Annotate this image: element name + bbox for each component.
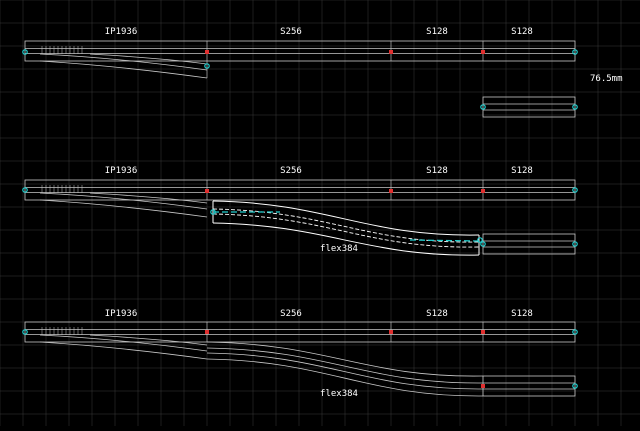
flex-track-label: flex384 <box>320 244 358 254</box>
joint-marker <box>205 189 209 193</box>
label-ip1936: IP1936 <box>105 309 138 319</box>
label-s256: S256 <box>280 166 302 176</box>
straight-track-main[interactable] <box>24 179 576 201</box>
turnout-diverging-track[interactable] <box>39 53 208 79</box>
turnout-diverging-track[interactable] <box>39 192 208 218</box>
offset-dimension-label: 76.5mm <box>590 74 623 84</box>
layout-2: IP1936 S256 S128 S128 flex384 <box>22 166 578 256</box>
joint-marker <box>389 330 393 334</box>
joint-marker <box>205 50 209 54</box>
label-ip1936: IP1936 <box>105 166 138 176</box>
joint-marker <box>205 330 209 334</box>
flex-track-label: flex384 <box>320 389 358 399</box>
turnout-ties <box>41 327 83 335</box>
joint-marker <box>481 50 485 54</box>
joint-marker <box>481 384 485 388</box>
label-s256: S256 <box>280 27 302 37</box>
layout-3: IP1936 S256 S128 S128 flex384 <box>22 309 578 399</box>
straight-track-main[interactable] <box>24 321 576 343</box>
layout-1: IP1936 S256 S128 S128 76.5mm <box>22 27 623 118</box>
straight-track-main[interactable] <box>24 40 576 62</box>
label-s128-b: S128 <box>511 166 533 176</box>
label-s128-a: S128 <box>426 166 448 176</box>
label-s128-b: S128 <box>511 309 533 319</box>
turnout-ties <box>41 46 83 54</box>
label-ip1936: IP1936 <box>105 27 138 37</box>
label-s128-a: S128 <box>426 309 448 319</box>
label-s128-b: S128 <box>511 27 533 37</box>
label-s128-a: S128 <box>426 27 448 37</box>
joint-marker <box>389 50 393 54</box>
joint-marker <box>481 189 485 193</box>
endpoint-marker[interactable] <box>477 237 483 243</box>
turnout-diverging-track[interactable] <box>39 334 208 360</box>
background-grid <box>0 0 640 426</box>
track-layout-canvas[interactable]: IP1936 S256 S128 S128 76.5mm IP1936 S256… <box>0 0 640 426</box>
joint-marker <box>481 330 485 334</box>
joint-marker <box>389 189 393 193</box>
turnout-ties <box>41 185 83 193</box>
track-layout-drawing: IP1936 S256 S128 S128 76.5mm IP1936 S256… <box>0 0 640 426</box>
label-s256: S256 <box>280 309 302 319</box>
